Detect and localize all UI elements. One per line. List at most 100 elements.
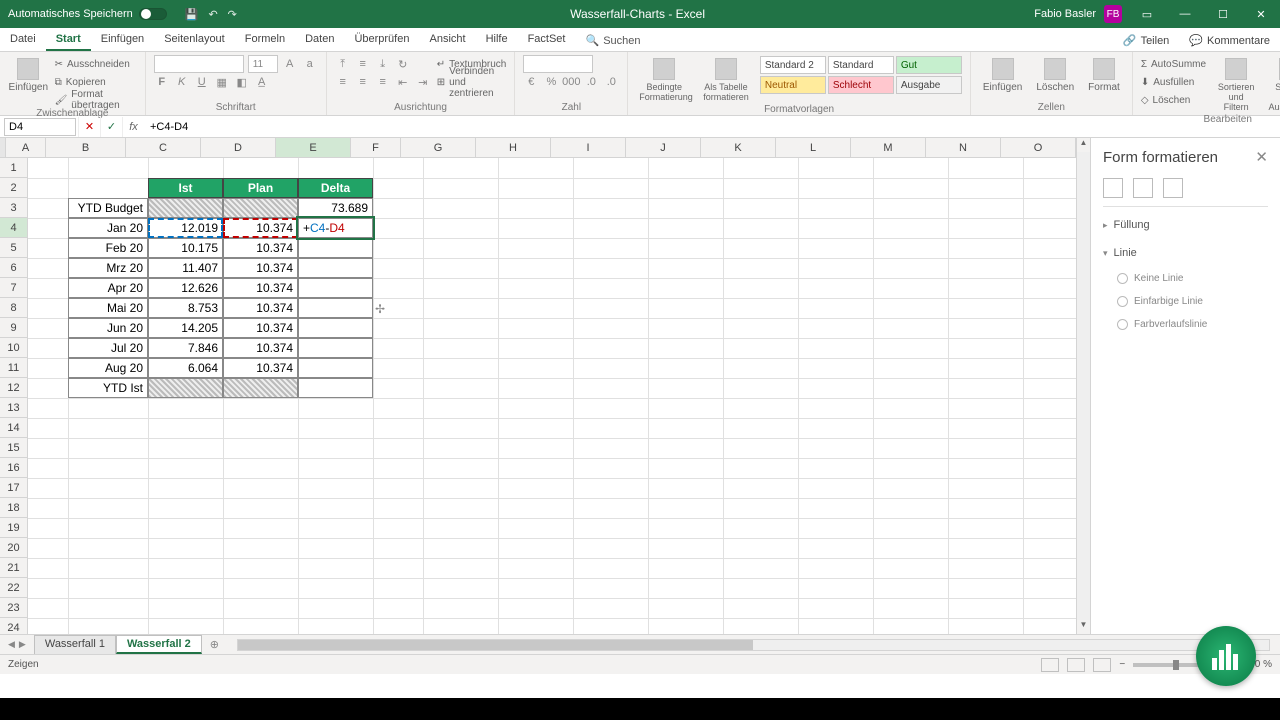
increase-decimal-icon[interactable]: .0 bbox=[583, 74, 599, 90]
format-cells-button[interactable]: Format bbox=[1084, 56, 1124, 95]
cell[interactable]: 73.689 bbox=[298, 198, 373, 218]
ribbon-tab-hilfe[interactable]: Hilfe bbox=[476, 29, 518, 51]
font-size-select[interactable]: 11 bbox=[248, 55, 278, 73]
accept-edit-icon[interactable]: ✓ bbox=[100, 117, 122, 137]
ribbon-tab-formeln[interactable]: Formeln bbox=[235, 29, 295, 51]
row-header[interactable]: 10 bbox=[0, 338, 27, 358]
paste-button[interactable]: Einfügen bbox=[8, 56, 49, 95]
font-color-icon[interactable]: A̲ bbox=[254, 74, 270, 90]
cell[interactable]: Jun 20 bbox=[68, 318, 148, 338]
close-icon[interactable]: ✕ bbox=[1242, 0, 1280, 28]
cell[interactable] bbox=[148, 378, 223, 398]
formula-input[interactable]: +C4-D4 bbox=[144, 118, 1280, 136]
clear-button[interactable]: ◇ Löschen bbox=[1141, 92, 1206, 108]
col-header[interactable]: E bbox=[276, 138, 351, 157]
col-header[interactable]: G bbox=[401, 138, 476, 157]
style-neutral[interactable]: Neutral bbox=[760, 76, 826, 94]
ribbon-tab-einfügen[interactable]: Einfügen bbox=[91, 29, 154, 51]
page-layout-view-icon[interactable] bbox=[1067, 658, 1085, 672]
cell[interactable]: 10.374 bbox=[223, 358, 298, 378]
col-header[interactable]: N bbox=[926, 138, 1001, 157]
autosave[interactable]: Automatisches Speichern bbox=[0, 8, 175, 20]
bold-icon[interactable]: F bbox=[154, 74, 170, 90]
autosum-button[interactable]: Σ AutoSumme bbox=[1141, 56, 1206, 72]
section-line[interactable]: Linie bbox=[1103, 243, 1268, 263]
col-header[interactable]: M bbox=[851, 138, 926, 157]
maximize-icon[interactable]: ☐ bbox=[1204, 0, 1242, 28]
row-header[interactable]: 22 bbox=[0, 578, 27, 598]
row-header[interactable]: 21 bbox=[0, 558, 27, 578]
cell[interactable]: Mrz 20 bbox=[68, 258, 148, 278]
autosave-toggle[interactable] bbox=[139, 8, 167, 20]
row-header[interactable]: 3 bbox=[0, 198, 27, 218]
underline-icon[interactable]: U bbox=[194, 74, 210, 90]
sheet-tab[interactable]: Wasserfall 2 bbox=[116, 635, 202, 654]
zoom-out-icon[interactable]: − bbox=[1119, 659, 1125, 670]
row-header[interactable]: 15 bbox=[0, 438, 27, 458]
cell[interactable]: Jul 20 bbox=[68, 338, 148, 358]
cell[interactable]: Plan bbox=[223, 178, 298, 198]
cell[interactable] bbox=[298, 258, 373, 278]
indent-dec-icon[interactable]: ⇤ bbox=[395, 74, 411, 90]
horizontal-scrollbar[interactable] bbox=[237, 639, 1270, 651]
name-box[interactable]: D4 bbox=[4, 118, 76, 136]
col-header[interactable]: J bbox=[626, 138, 701, 157]
fill-line-tab-icon[interactable] bbox=[1103, 178, 1123, 198]
row-header[interactable]: 9 bbox=[0, 318, 27, 338]
format-painter-button[interactable]: 🖌 Format übertragen bbox=[55, 92, 137, 108]
col-header[interactable]: A bbox=[6, 138, 46, 157]
cut-button[interactable]: ✂ Ausschneiden bbox=[55, 56, 137, 72]
cell[interactable]: 10.374 bbox=[223, 318, 298, 338]
align-top-icon[interactable]: ⤒ bbox=[335, 56, 351, 72]
row-header[interactable]: 20 bbox=[0, 538, 27, 558]
align-center-icon[interactable]: ≡ bbox=[355, 74, 371, 90]
cell[interactable]: 11.407 bbox=[148, 258, 223, 278]
cell[interactable]: YTD Budget bbox=[68, 198, 148, 218]
style-standard2[interactable]: Standard 2 bbox=[760, 56, 826, 74]
redo-icon[interactable]: ↷ bbox=[228, 8, 237, 21]
col-header[interactable]: D bbox=[201, 138, 276, 157]
cell[interactable]: YTD Ist bbox=[68, 378, 148, 398]
row-header[interactable]: 5 bbox=[0, 238, 27, 258]
row-headers[interactable]: 123456789101112131415161718192021222324 bbox=[0, 158, 28, 634]
row-header[interactable]: 13 bbox=[0, 398, 27, 418]
row-header[interactable]: 1 bbox=[0, 158, 27, 178]
fill-color-icon[interactable]: ◧ bbox=[234, 74, 250, 90]
cell[interactable] bbox=[298, 318, 373, 338]
conditional-format-button[interactable]: Bedingte Formatierung bbox=[636, 56, 692, 104]
ribbon-tab-start[interactable]: Start bbox=[46, 29, 91, 51]
scroll-down-icon[interactable]: ▼ bbox=[1077, 620, 1090, 634]
radio-no-line[interactable]: Keine Linie bbox=[1103, 271, 1268, 286]
thousands-icon[interactable]: 000 bbox=[563, 74, 579, 90]
orientation-icon[interactable]: ↻ bbox=[395, 56, 411, 72]
merge-center-button[interactable]: ⊞ Verbinden und zentrieren bbox=[437, 74, 507, 90]
fill-button[interactable]: ⬇ Ausfüllen bbox=[1141, 74, 1206, 90]
search-box[interactable]: 🔍 Suchen bbox=[575, 30, 650, 51]
radio-gradient-line[interactable]: Farbverlaufslinie bbox=[1103, 317, 1268, 332]
col-header[interactable]: L bbox=[776, 138, 851, 157]
col-header[interactable]: B bbox=[46, 138, 126, 157]
section-fill[interactable]: Füllung bbox=[1103, 215, 1268, 235]
ribbon-tab-datei[interactable]: Datei bbox=[0, 29, 46, 51]
effects-tab-icon[interactable] bbox=[1133, 178, 1153, 198]
ribbon-tab-factset[interactable]: FactSet bbox=[518, 29, 576, 51]
cell[interactable] bbox=[298, 278, 373, 298]
cell[interactable]: 8.753 bbox=[148, 298, 223, 318]
vertical-scrollbar[interactable]: ▲ ▼ bbox=[1076, 138, 1090, 634]
row-header[interactable]: 16 bbox=[0, 458, 27, 478]
col-header[interactable]: O bbox=[1001, 138, 1076, 157]
cell[interactable]: 12.626 bbox=[148, 278, 223, 298]
copy-button[interactable]: ⧉ Kopieren bbox=[55, 74, 137, 90]
minimize-icon[interactable]: — bbox=[1166, 0, 1204, 28]
align-middle-icon[interactable]: ≡ bbox=[355, 56, 371, 72]
border-icon[interactable]: ▦ bbox=[214, 74, 230, 90]
size-tab-icon[interactable] bbox=[1163, 178, 1183, 198]
number-format-select[interactable] bbox=[523, 55, 593, 73]
cell[interactable]: Delta bbox=[298, 178, 373, 198]
scroll-track[interactable] bbox=[1077, 152, 1090, 620]
add-sheet-icon[interactable]: ⊕ bbox=[202, 638, 227, 651]
row-header[interactable]: 18 bbox=[0, 498, 27, 518]
fx-icon[interactable]: fx bbox=[122, 117, 144, 137]
sort-filter-button[interactable]: Sortieren und Filtern bbox=[1212, 56, 1260, 114]
cell[interactable] bbox=[298, 298, 373, 318]
